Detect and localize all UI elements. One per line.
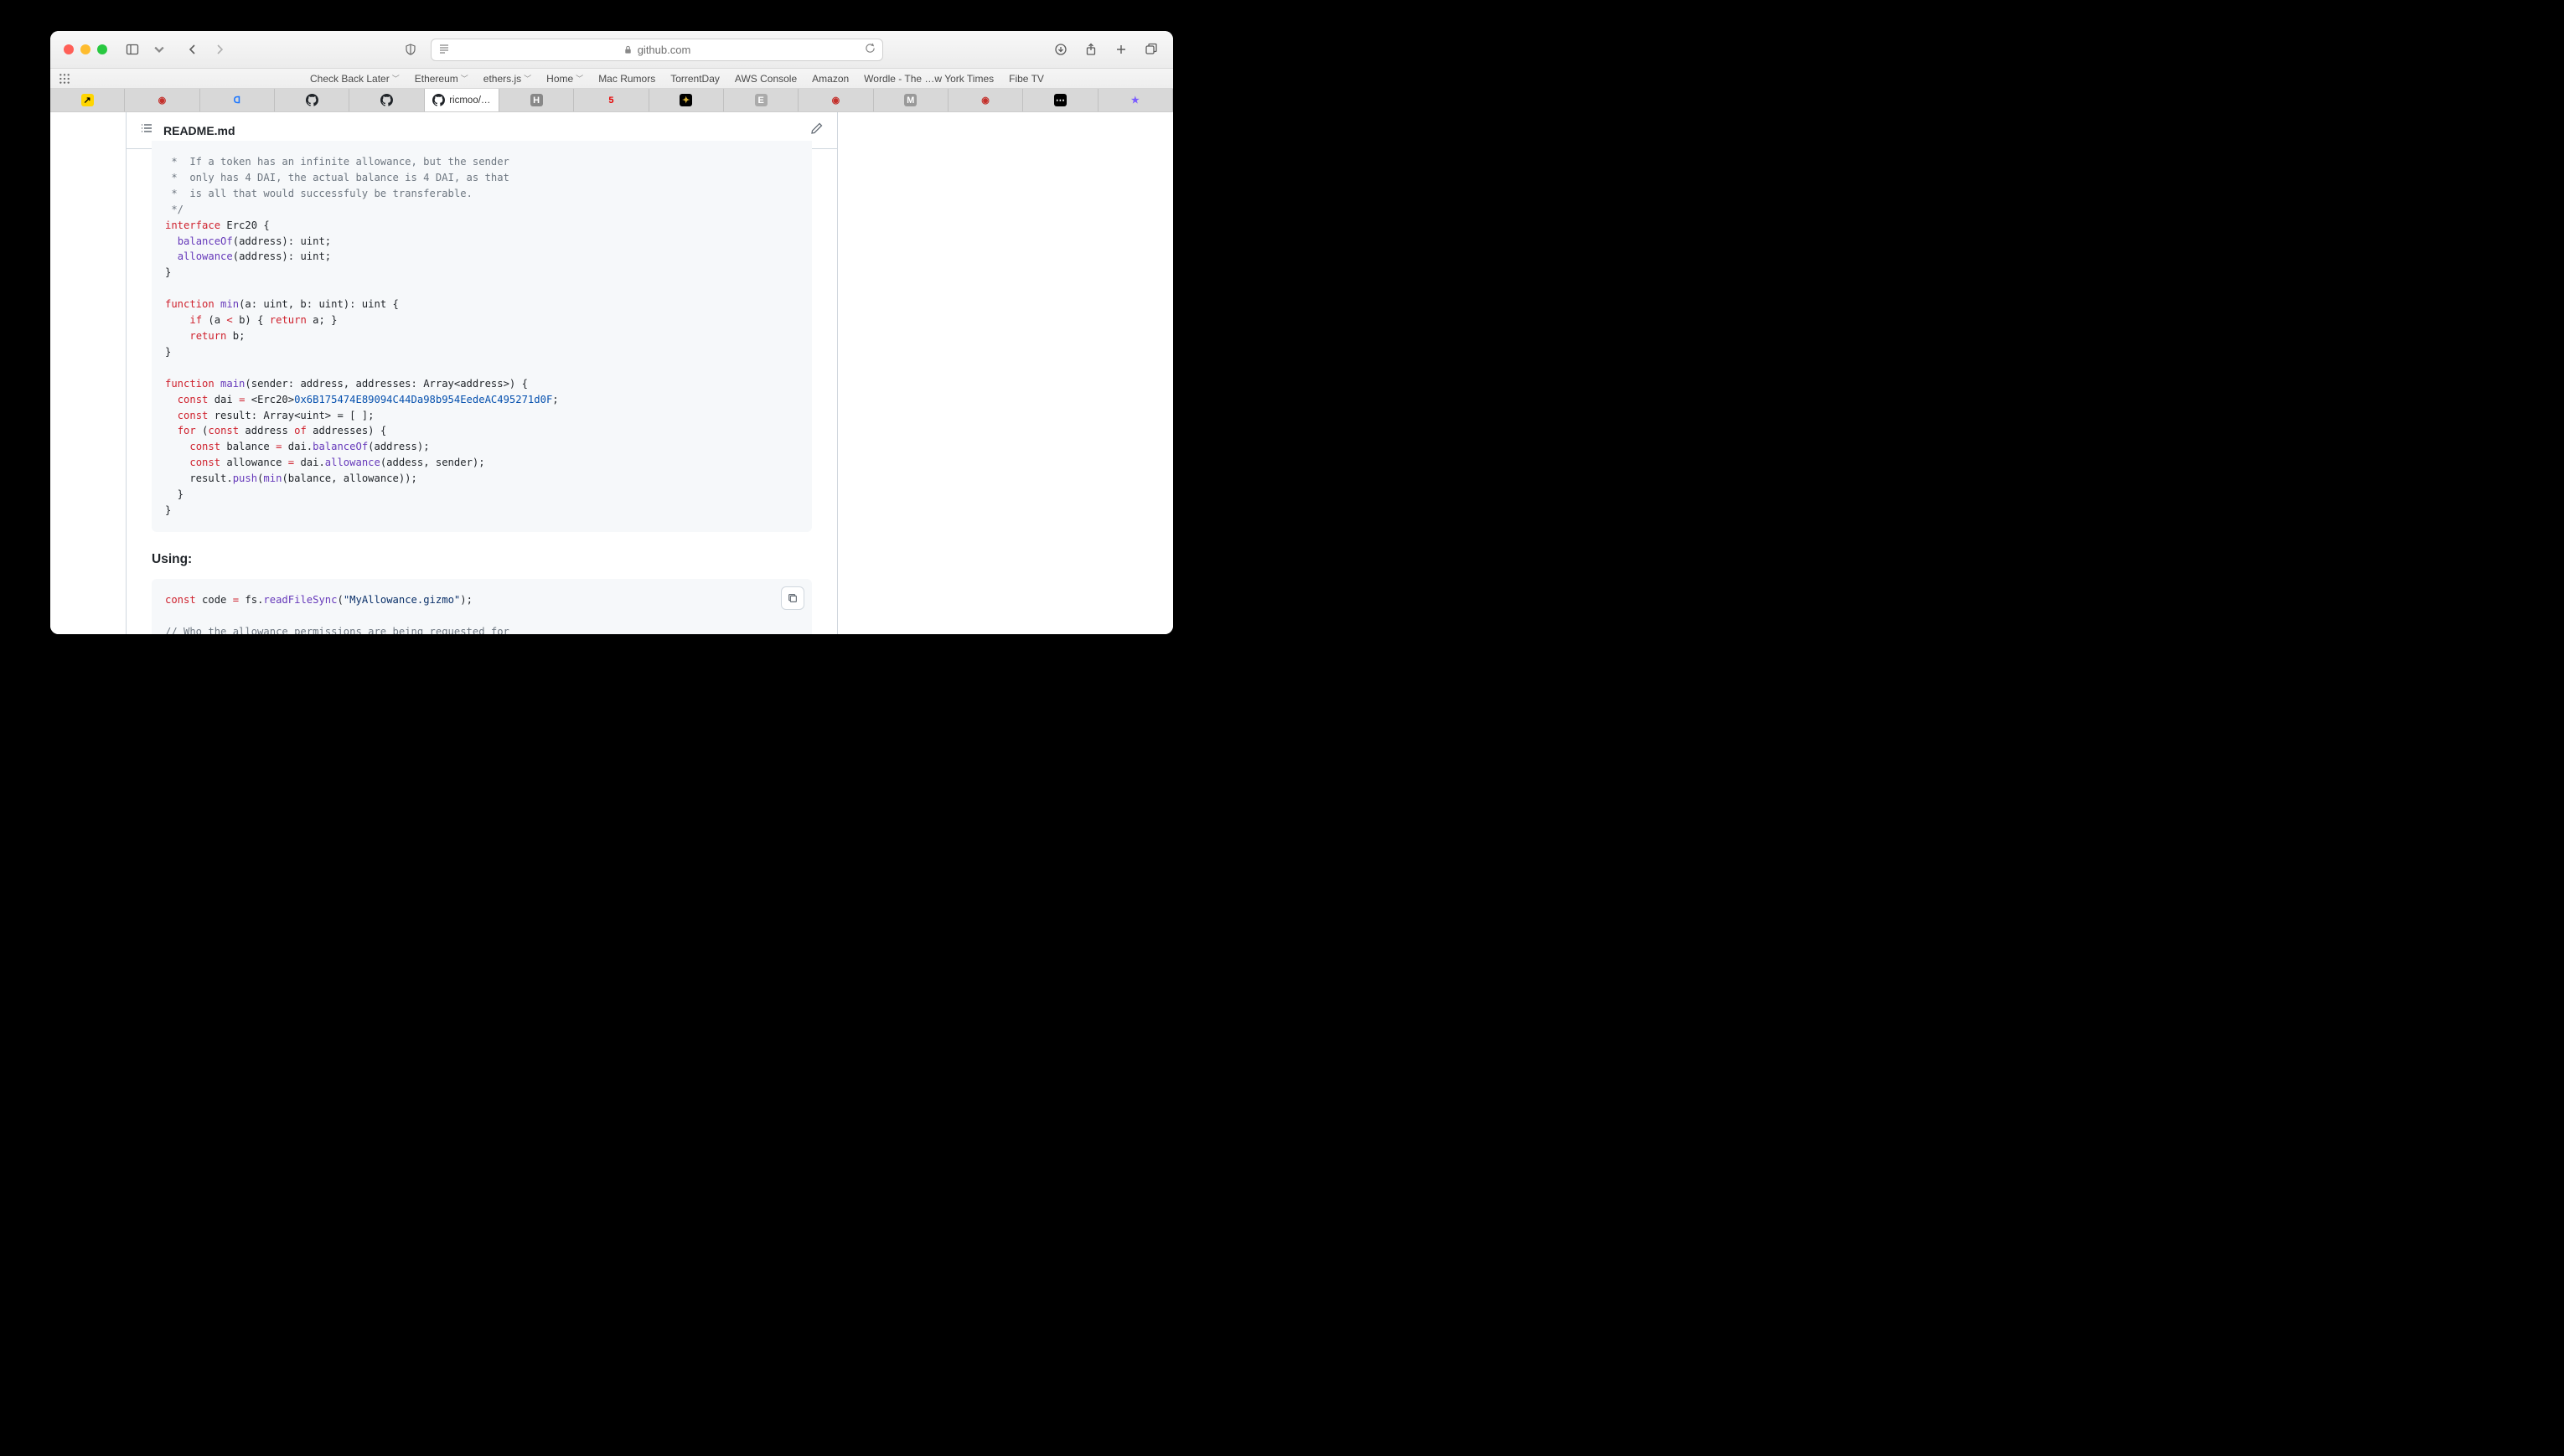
browser-tab[interactable]: ◉	[949, 89, 1023, 111]
browser-tab[interactable]: ✦	[649, 89, 724, 111]
chevron-down-icon: ﹀	[576, 73, 583, 84]
apps-grid-icon[interactable]	[59, 73, 70, 85]
copy-button[interactable]	[781, 586, 804, 610]
tab-favicon: ◉	[156, 94, 168, 106]
chevron-down-icon: ﹀	[392, 73, 400, 84]
chevron-down-icon: ﹀	[461, 73, 468, 84]
tab-favicon: ⋯	[1054, 94, 1067, 106]
favorite-item[interactable]: Amazon	[812, 73, 849, 85]
browser-tab[interactable]: ᗡ	[200, 89, 275, 111]
browser-tab[interactable]: 5	[574, 89, 649, 111]
url-host: github.com	[638, 44, 691, 56]
tab-label: ricmoo/…	[449, 96, 490, 106]
using-heading: Using:	[152, 552, 812, 567]
favorite-item[interactable]: Wordle - The …w York Times	[864, 73, 994, 85]
favorites-bar: Check Back Later﹀Ethereum﹀ethers.js﹀Home…	[50, 69, 1173, 89]
readme-container: README.md * If a token has an infinite a…	[126, 112, 838, 634]
tab-bar: ↗ ◉ ᗡ ricmoo/… H 5 ✦ E ◉ M ◉ ⋯ ★	[50, 89, 1173, 112]
browser-tab[interactable]: ⋯	[1023, 89, 1098, 111]
code-block-1: * If a token has an infinite allowance, …	[152, 141, 812, 532]
favorite-label: TorrentDay	[670, 73, 720, 85]
tab-favicon: ★	[1129, 94, 1141, 106]
readme-filename: README.md	[163, 124, 235, 137]
favorite-label: Wordle - The …w York Times	[864, 73, 994, 85]
tab-overview-icon[interactable]	[1143, 41, 1160, 58]
favorite-label: Ethereum	[415, 73, 458, 85]
share-icon[interactable]	[1083, 41, 1099, 58]
tab-favicon: 5	[605, 94, 618, 106]
code-block-2: const code = fs.readFileSync("MyAllowanc…	[152, 579, 812, 634]
nav-arrows	[184, 41, 228, 58]
tab-favicon: ✦	[680, 94, 692, 106]
browser-tab[interactable]: ◉	[799, 89, 873, 111]
browser-tab[interactable]: ricmoo/…	[425, 89, 499, 111]
page-content: README.md * If a token has an infinite a…	[50, 112, 1173, 634]
traffic-lights	[64, 44, 107, 54]
titlebar-right-icons	[1052, 41, 1160, 58]
favorite-item[interactable]: Mac Rumors	[598, 73, 655, 85]
browser-tab[interactable]: H	[499, 89, 574, 111]
tab-favicon: H	[530, 94, 543, 106]
favorite-label: AWS Console	[735, 73, 797, 85]
minimize-window-button[interactable]	[80, 44, 90, 54]
browser-tab[interactable]: ↗	[50, 89, 125, 111]
maximize-window-button[interactable]	[97, 44, 107, 54]
browser-tab[interactable]: E	[724, 89, 799, 111]
url-bar[interactable]: github.com	[431, 39, 883, 61]
tab-favicon: ↗	[81, 94, 94, 106]
toc-icon[interactable]	[140, 121, 153, 139]
tab-favicon: ◉	[830, 94, 842, 106]
sidebar-toggle-button[interactable]	[124, 41, 141, 58]
chevron-down-icon: ﹀	[524, 73, 531, 84]
forward-button[interactable]	[211, 41, 228, 58]
favorite-item[interactable]: ethers.js﹀	[483, 73, 531, 85]
tab-favicon	[380, 94, 393, 106]
tab-favicon	[432, 94, 445, 106]
new-tab-icon[interactable]	[1113, 41, 1130, 58]
sidebar-menu-chevron[interactable]	[151, 41, 168, 58]
browser-tab[interactable]	[349, 89, 424, 111]
favorite-item[interactable]: Fibe TV	[1009, 73, 1044, 85]
tab-favicon: ᗡ	[230, 94, 243, 106]
browser-tab[interactable]: ◉	[125, 89, 199, 111]
favorite-item[interactable]: AWS Console	[735, 73, 797, 85]
lock-icon	[623, 45, 633, 54]
browser-window: github.com Check Back Later﹀Et	[50, 31, 1173, 634]
reload-icon[interactable]	[865, 43, 876, 56]
tab-favicon: E	[755, 94, 768, 106]
reader-mode-icon[interactable]	[438, 43, 450, 57]
tab-favicon	[306, 94, 318, 106]
browser-tab[interactable]	[275, 89, 349, 111]
favorite-item[interactable]: Home﹀	[546, 73, 583, 85]
favorite-label: Home	[546, 73, 573, 85]
readme-body: * If a token has an infinite allowance, …	[127, 141, 837, 634]
favorite-label: Check Back Later	[310, 73, 390, 85]
favorite-item[interactable]: Check Back Later﹀	[310, 73, 400, 85]
privacy-shield-icon[interactable]	[402, 41, 419, 58]
tab-favicon: M	[904, 94, 917, 106]
favorite-item[interactable]: TorrentDay	[670, 73, 720, 85]
favorite-label: Fibe TV	[1009, 73, 1044, 85]
favorite-item[interactable]: Ethereum﹀	[415, 73, 468, 85]
favorite-label: ethers.js	[483, 73, 521, 85]
browser-tab[interactable]: M	[874, 89, 949, 111]
tab-favicon: ◉	[980, 94, 992, 106]
favorite-label: Amazon	[812, 73, 849, 85]
titlebar: github.com	[50, 31, 1173, 69]
close-window-button[interactable]	[64, 44, 74, 54]
back-button[interactable]	[184, 41, 201, 58]
browser-tab[interactable]: ★	[1098, 89, 1173, 111]
downloads-icon[interactable]	[1052, 41, 1069, 58]
favorite-label: Mac Rumors	[598, 73, 655, 85]
edit-icon[interactable]	[810, 121, 824, 139]
